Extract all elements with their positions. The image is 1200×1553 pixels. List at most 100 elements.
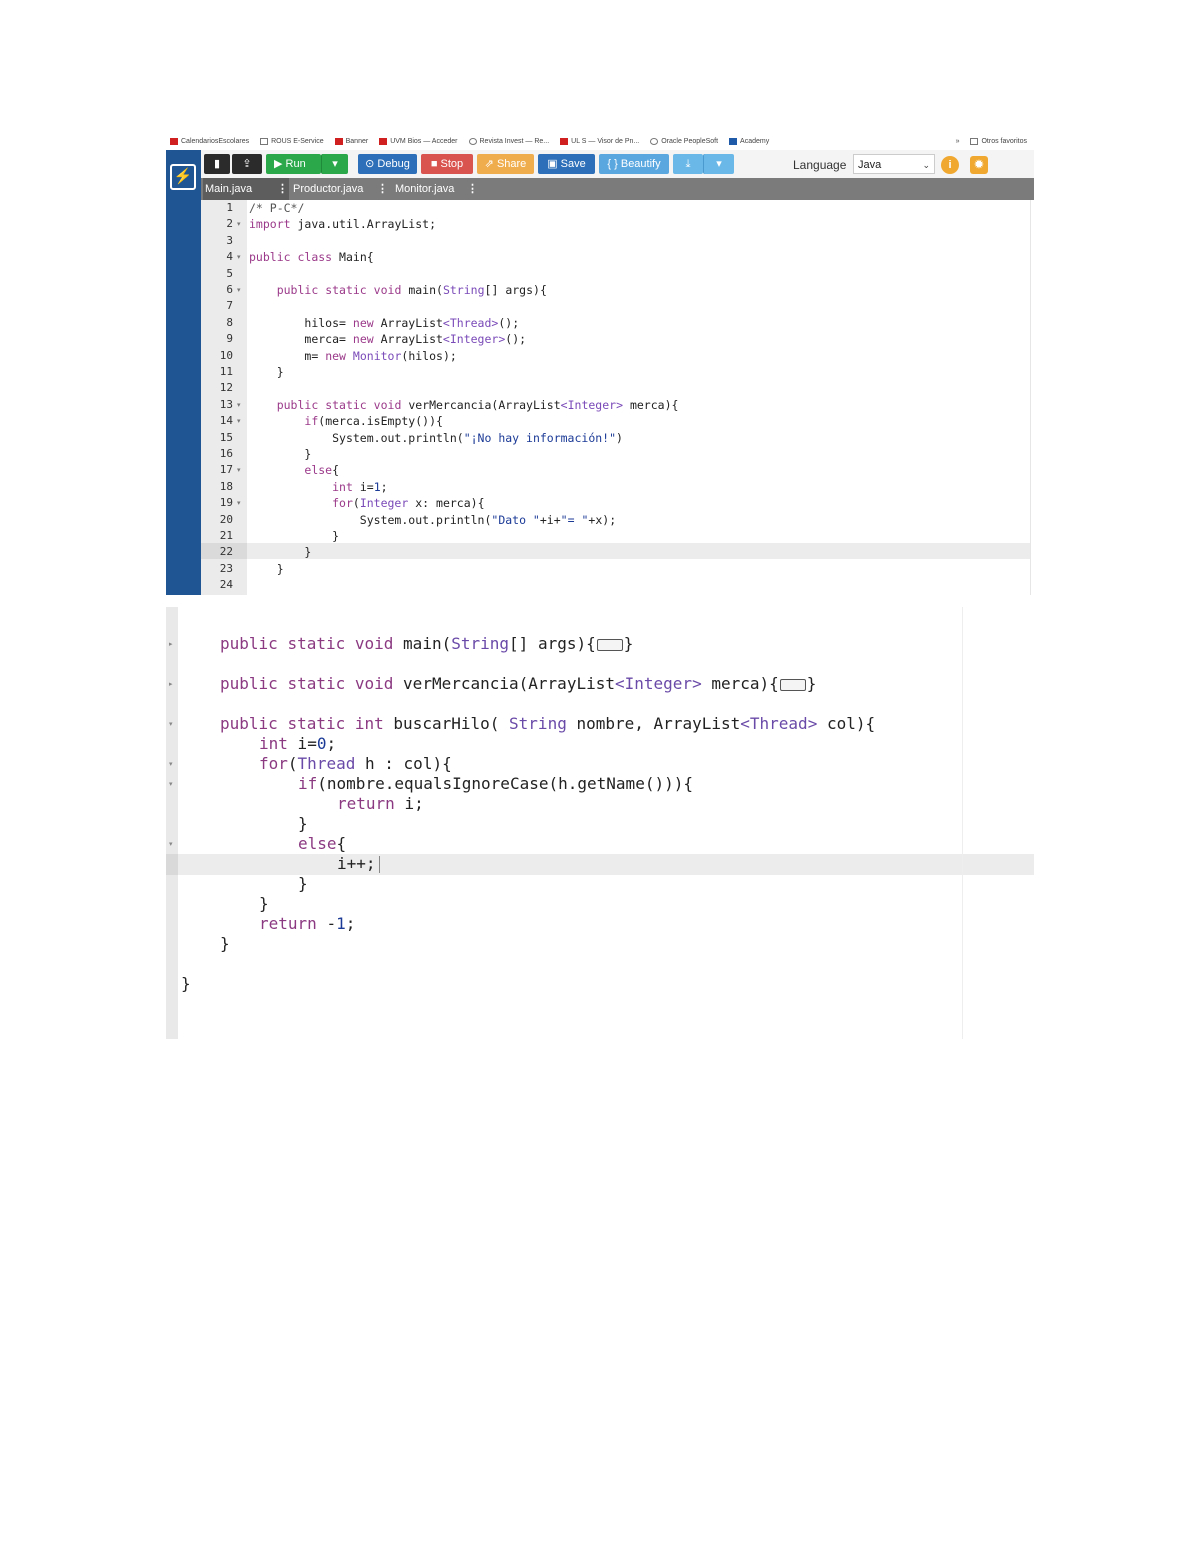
- file-tab[interactable]: Productor.java ⋮: [291, 178, 389, 200]
- fold-toggle-icon[interactable]: ▾: [169, 840, 173, 848]
- bookmark-label: Otros favoritos: [981, 138, 1027, 145]
- line-number: 5: [226, 266, 233, 280]
- code-line: int i=0;: [259, 734, 337, 753]
- line-number: 6: [226, 283, 233, 296]
- fold-toggle-icon[interactable]: ▾: [237, 253, 241, 261]
- line-number: 21: [219, 529, 233, 542]
- tab-label: Productor.java: [293, 183, 364, 195]
- code-line: System.out.println("¡No hay información!…: [332, 430, 623, 445]
- bookmark-item[interactable]: UL S — Visor de Pn...: [556, 138, 646, 145]
- bookmarks-overflow-button[interactable]: »: [952, 138, 967, 145]
- stop-button[interactable]: ■ Stop: [421, 154, 473, 174]
- code-line: public static void verMercancia(ArrayLis…: [276, 397, 679, 412]
- red-logo-icon: [379, 138, 388, 145]
- file-icon: ▮: [213, 158, 221, 170]
- bookmarks-bar: CalendariosEscolares ROUS E-Service Banner…: [166, 133, 1034, 150]
- save-button[interactable]: ▣ Save: [538, 154, 595, 174]
- line-number: 13: [219, 397, 233, 411]
- kebab-menu-icon[interactable]: ⋮: [277, 178, 288, 200]
- line-number: 22: [219, 545, 233, 559]
- bookmark-item[interactable]: Revista Invest — Re...: [465, 138, 557, 145]
- code-line: if(nombre.equalsIgnoreCase(h.getName()))…: [298, 774, 694, 793]
- code-line: m= new Monitor(hilos);: [304, 348, 457, 363]
- line-number: 9: [226, 332, 233, 346]
- fold-toggle-icon[interactable]: ▸: [169, 680, 173, 688]
- code-line: i++;: [337, 854, 380, 874]
- chevron-down-icon: ▾: [332, 158, 338, 170]
- line-number: 4: [226, 250, 233, 264]
- lightning-icon[interactable]: ⚡: [170, 164, 196, 190]
- code-line: }: [220, 934, 230, 953]
- bookmark-label: UVM Bios — Acceder: [390, 138, 458, 145]
- file-tab[interactable]: Main.java ⋮: [203, 178, 289, 200]
- line-number: 18: [219, 479, 233, 493]
- code-line: }: [298, 874, 308, 893]
- language-select[interactable]: Java ⌄: [853, 154, 935, 174]
- bookmark-item[interactable]: ROUS E-Service: [256, 138, 331, 145]
- red-logo-icon: [170, 138, 178, 145]
- run-options-button[interactable]: ▾: [321, 154, 348, 174]
- upload-button[interactable]: ⇪: [232, 154, 262, 174]
- active-line-highlight: [247, 543, 1030, 559]
- line-number: 12: [219, 381, 233, 395]
- collapsed-block-icon[interactable]: [779, 678, 806, 691]
- fold-toggle-icon[interactable]: ▾: [237, 417, 241, 425]
- fold-gutter: [166, 607, 178, 1039]
- info-icon[interactable]: i: [941, 156, 959, 174]
- debug-button[interactable]: ⊙ Debug: [358, 154, 417, 174]
- code-line: import java.util.ArrayList;: [249, 217, 437, 232]
- download-button[interactable]: ⤓: [673, 154, 703, 174]
- fold-toggle-icon[interactable]: ▾: [237, 220, 241, 228]
- fold-toggle-icon[interactable]: ▾: [237, 401, 241, 409]
- line-number: 16: [219, 447, 233, 460]
- red-logo-icon: [334, 138, 343, 145]
- chevron-down-icon: ⌄: [922, 160, 930, 170]
- code-line: public static int buscarHilo( String nom…: [220, 714, 876, 733]
- gutter-active-line: [166, 854, 178, 875]
- fold-toggle-icon[interactable]: ▾: [169, 780, 173, 788]
- globe-icon: [650, 138, 659, 145]
- collapsed-block-icon[interactable]: [596, 638, 623, 651]
- fold-toggle-icon[interactable]: ▾: [169, 720, 173, 728]
- share-button[interactable]: ⇗ Share: [477, 154, 534, 174]
- kebab-menu-icon[interactable]: ⋮: [467, 178, 478, 200]
- code-line: public class Main{: [249, 250, 374, 265]
- ide-screenshot: CalendariosEscolares ROUS E-Service Banner…: [166, 133, 1034, 595]
- settings-icon[interactable]: ✹: [970, 156, 988, 174]
- fold-toggle-icon[interactable]: ▾: [237, 466, 241, 474]
- bookmark-item[interactable]: Banner: [331, 138, 376, 145]
- code-line: public static void main(String[] args){}: [220, 634, 634, 653]
- other-bookmarks-folder[interactable]: Otros favoritos: [966, 138, 1034, 145]
- page-icon: [260, 138, 269, 145]
- run-button[interactable]: ▶ Run: [266, 154, 321, 174]
- zoomed-code-screenshot: ▸ public static void main(String[] args){…: [166, 607, 1034, 1039]
- code-line: for(Thread h : col){: [259, 754, 452, 773]
- active-line-highlight: [178, 854, 1034, 875]
- download-icon: ⤓: [685, 158, 691, 170]
- bookmark-item[interactable]: Oracle PeopleSoft: [646, 138, 725, 145]
- fold-toggle-icon[interactable]: ▾: [237, 499, 241, 507]
- new-file-button[interactable]: ▮: [204, 154, 230, 174]
- blue-square-icon: [729, 138, 738, 145]
- line-number: 23: [219, 561, 233, 575]
- code-line: }: [259, 894, 269, 913]
- kebab-menu-icon[interactable]: ⋮: [377, 178, 388, 200]
- file-tab[interactable]: Monitor.java ⋮: [393, 178, 479, 200]
- code-line: for(Integer x: merca){: [332, 496, 485, 511]
- download-options-button[interactable]: ▾: [703, 154, 734, 174]
- bookmark-label: ROUS E-Service: [271, 138, 324, 145]
- code-line: public static void verMercancia(ArrayLis…: [220, 674, 817, 693]
- bookmark-label: Oracle PeopleSoft: [661, 138, 719, 145]
- fold-toggle-icon[interactable]: ▸: [169, 640, 173, 648]
- line-number: 24: [219, 578, 233, 592]
- fold-toggle-icon[interactable]: ▾: [169, 760, 173, 768]
- line-number: 11: [219, 365, 233, 378]
- line-number: 3: [226, 233, 233, 247]
- beautify-button[interactable]: { } Beautify: [599, 154, 669, 174]
- bookmark-item[interactable]: Academy: [725, 138, 776, 145]
- code-line: public static void main(String[] args){: [276, 283, 547, 297]
- bookmark-item[interactable]: UVM Bios — Acceder: [375, 138, 464, 145]
- code-line: }: [276, 365, 284, 379]
- bookmark-item[interactable]: CalendariosEscolares: [166, 138, 256, 145]
- fold-toggle-icon[interactable]: ▾: [237, 286, 241, 294]
